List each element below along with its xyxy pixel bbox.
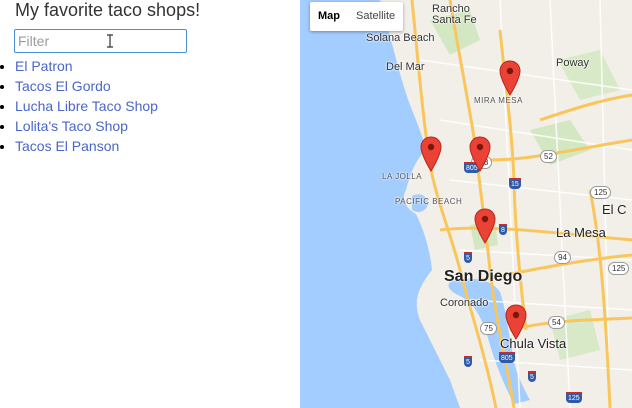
shop-link-el-panson[interactable]: Tacos El Panson xyxy=(15,138,119,154)
place-label: Santa Fe xyxy=(432,14,477,26)
place-label: Del Mar xyxy=(386,61,425,73)
map-view[interactable]: Map Satellite Rancho Santa Fe Solana Bea… xyxy=(300,0,632,408)
filter-input[interactable] xyxy=(14,29,187,53)
list-item: Tacos El Panson xyxy=(15,136,158,156)
map-type-satellite-button[interactable]: Satellite xyxy=(348,2,403,31)
list-item: Tacos El Gordo xyxy=(15,76,158,96)
place-label: La Mesa xyxy=(556,225,606,240)
shop-link-tacos-el-gordo[interactable]: Tacos El Gordo xyxy=(15,78,111,94)
place-label: San Diego xyxy=(444,268,523,285)
map-type-map-button[interactable]: Map xyxy=(310,2,348,31)
taco-list-panel: My favorite taco shops! El Patron Tacos … xyxy=(0,0,300,408)
place-label: PACIFIC BEACH xyxy=(395,197,463,206)
list-item: Lolita's Taco Shop xyxy=(15,116,158,136)
interstate-shield: 5 xyxy=(528,371,536,382)
list-item: El Patron xyxy=(15,56,158,76)
map-marker-lucha-libre[interactable] xyxy=(469,136,491,172)
place-label: El C xyxy=(602,202,627,217)
highway-shield: 75 xyxy=(480,322,497,335)
highway-shield: 94 xyxy=(554,251,571,264)
interstate-shield: 5 xyxy=(464,252,472,263)
place-label: Poway xyxy=(556,57,590,69)
interstate-shield: 125 xyxy=(566,392,582,403)
map-marker-el-patron[interactable] xyxy=(499,60,521,96)
highway-shield: 125 xyxy=(608,262,630,275)
text-cursor-icon xyxy=(107,34,113,48)
page-title: My favorite taco shops! xyxy=(15,0,201,20)
map-type-control: Map Satellite xyxy=(310,2,404,31)
shop-link-lucha-libre[interactable]: Lucha Libre Taco Shop xyxy=(15,98,158,114)
interstate-shield: 8 xyxy=(499,224,507,235)
map-marker-lolitas[interactable] xyxy=(474,208,496,244)
interstate-shield: 15 xyxy=(509,178,521,189)
interstate-shield: 805 xyxy=(499,352,515,363)
list-item: Lucha Libre Taco Shop xyxy=(15,96,158,116)
place-label: Coronado xyxy=(440,297,489,309)
map-marker-el-panson[interactable] xyxy=(505,304,527,340)
place-label: Solana Beach xyxy=(366,32,435,44)
highway-shield: 54 xyxy=(548,316,565,329)
place-label: LA JOLLA xyxy=(382,172,423,181)
interstate-shield: 5 xyxy=(464,356,472,367)
highway-shield: 125 xyxy=(590,186,612,199)
shop-link-el-patron[interactable]: El Patron xyxy=(15,58,73,74)
shop-link-lolitas[interactable]: Lolita's Taco Shop xyxy=(15,118,128,134)
map-marker-tacos-el-gordo[interactable] xyxy=(420,136,442,172)
highway-shield: 52 xyxy=(540,150,557,163)
shop-list: El Patron Tacos El Gordo Lucha Libre Tac… xyxy=(0,56,158,156)
place-label: MIRA MESA xyxy=(474,96,523,105)
